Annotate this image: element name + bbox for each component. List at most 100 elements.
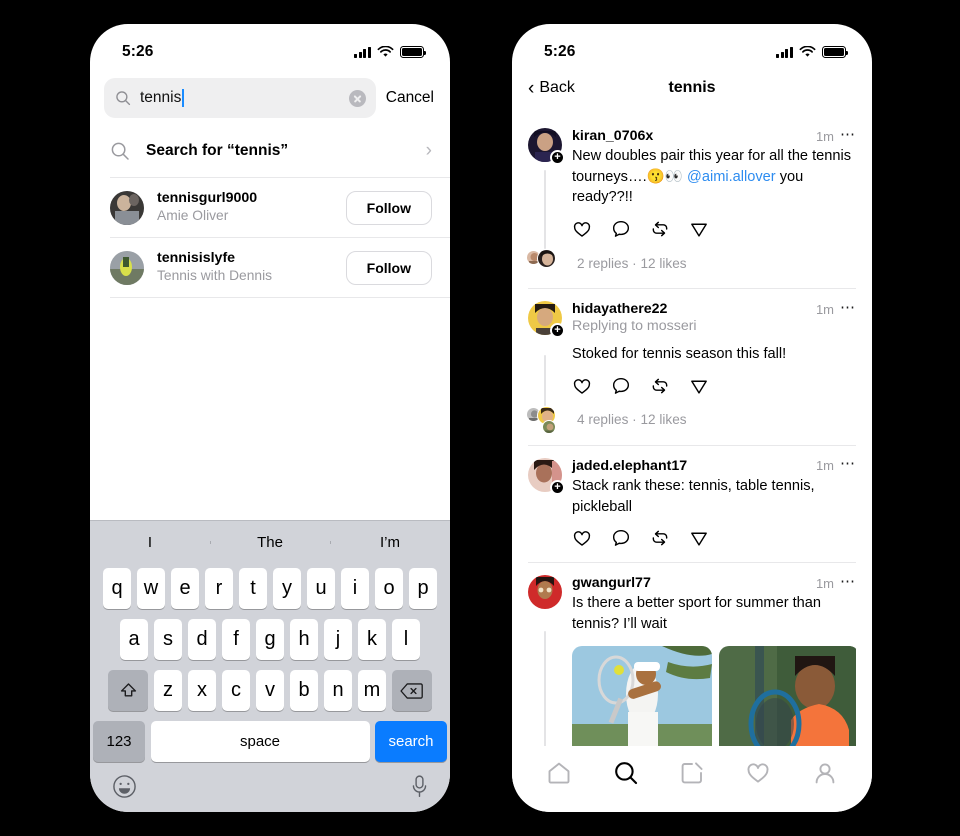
key-q[interactable]: q bbox=[102, 568, 132, 609]
more-horizontal-icon[interactable]: ⋯ bbox=[840, 456, 856, 472]
more-horizontal-icon[interactable]: ⋯ bbox=[840, 574, 856, 590]
shift-up-arrow-icon[interactable] bbox=[108, 670, 149, 711]
key-m[interactable]: m bbox=[357, 670, 387, 711]
key-w[interactable]: w bbox=[136, 568, 166, 609]
like-heart-icon[interactable] bbox=[572, 376, 592, 396]
key-y[interactable]: y bbox=[272, 568, 302, 609]
thread-feed[interactable]: + kiran_0706x 1m ⋯ New doubles pair this… bbox=[512, 116, 872, 746]
follow-plus-icon[interactable]: + bbox=[550, 323, 565, 339]
more-horizontal-icon[interactable]: ⋯ bbox=[840, 300, 856, 316]
key-n[interactable]: n bbox=[323, 670, 353, 711]
avatar[interactable]: + bbox=[528, 128, 565, 165]
comment-bubble-icon[interactable] bbox=[611, 376, 631, 396]
post-username[interactable]: gwangurl77 bbox=[572, 575, 810, 591]
key-x[interactable]: x bbox=[187, 670, 217, 711]
back-label: Back bbox=[539, 79, 575, 96]
microphone-icon[interactable] bbox=[411, 774, 428, 799]
like-heart-icon[interactable] bbox=[572, 219, 592, 239]
search-for-row[interactable]: Search for “tennis” › bbox=[90, 124, 450, 177]
key-t[interactable]: t bbox=[238, 568, 268, 609]
key-v[interactable]: v bbox=[255, 670, 285, 711]
search-icon[interactable] bbox=[613, 760, 639, 786]
avatar[interactable]: + bbox=[528, 301, 565, 339]
key-f[interactable]: f bbox=[221, 619, 251, 660]
key-l[interactable]: l bbox=[391, 619, 421, 660]
post-item[interactable]: + kiran_0706x 1m ⋯ New doubles pair this… bbox=[512, 116, 872, 290]
emoji-smiley-icon[interactable] bbox=[112, 774, 137, 799]
key-h[interactable]: h bbox=[289, 619, 319, 660]
prediction-item[interactable]: The bbox=[210, 534, 330, 551]
follow-plus-icon[interactable]: + bbox=[550, 150, 565, 165]
post-header: gwangurl77 1m ⋯ Is there a better sport … bbox=[528, 574, 856, 746]
key-i[interactable]: i bbox=[340, 568, 370, 609]
comment-bubble-icon[interactable] bbox=[611, 219, 631, 239]
profile-person-icon[interactable] bbox=[812, 760, 838, 786]
post-item[interactable]: gwangurl77 1m ⋯ Is there a better sport … bbox=[512, 563, 872, 746]
share-paperplane-icon[interactable] bbox=[689, 219, 709, 239]
repost-icon[interactable] bbox=[650, 528, 670, 548]
key-r[interactable]: r bbox=[204, 568, 234, 609]
more-horizontal-icon[interactable]: ⋯ bbox=[840, 127, 856, 143]
key-s[interactable]: s bbox=[153, 619, 183, 660]
backspace-delete-icon[interactable] bbox=[391, 670, 432, 711]
user-result-row[interactable]: tennisgurl9000 Amie Oliver Follow bbox=[90, 178, 450, 237]
post-item[interactable]: + hidayathere22 1m ⋯ Replying to mosseri… bbox=[512, 289, 872, 446]
avatar[interactable] bbox=[528, 575, 562, 610]
share-paperplane-icon[interactable] bbox=[689, 528, 709, 548]
prediction-item[interactable]: I bbox=[90, 534, 210, 551]
comment-bubble-icon[interactable] bbox=[611, 528, 631, 548]
key-j[interactable]: j bbox=[323, 619, 353, 660]
post-username[interactable]: jaded.elephant17 bbox=[572, 458, 810, 474]
search-return-key[interactable]: search bbox=[375, 721, 447, 762]
key-a[interactable]: a bbox=[119, 619, 149, 660]
search-bar-row: tennis Cancel bbox=[90, 70, 450, 124]
search-for-label: Search for “tennis” bbox=[146, 141, 289, 159]
post-username[interactable]: kiran_0706x bbox=[572, 128, 810, 144]
search-results-list: Search for “tennis” › tennisgurl9000 Ami… bbox=[90, 124, 450, 298]
numbers-key[interactable]: 123 bbox=[93, 721, 145, 762]
search-input[interactable]: tennis bbox=[104, 78, 376, 118]
share-paperplane-icon[interactable] bbox=[689, 376, 709, 396]
post-actions bbox=[572, 376, 856, 396]
carousel-photo[interactable] bbox=[572, 645, 712, 746]
thread-connector-line bbox=[544, 631, 546, 746]
key-p[interactable]: p bbox=[408, 568, 438, 609]
user-result-row[interactable]: tennisislyfe Tennis with Dennis Follow bbox=[90, 238, 450, 297]
post-mention[interactable]: @aimi.allover bbox=[687, 169, 776, 185]
post-meta[interactable]: 4 replies · 12 likes bbox=[577, 412, 687, 427]
compose-icon[interactable] bbox=[679, 760, 705, 786]
avatar[interactable]: + bbox=[528, 457, 565, 495]
key-u[interactable]: u bbox=[306, 568, 336, 609]
carousel-photo[interactable] bbox=[719, 645, 856, 746]
post-top-row: gwangurl77 1m ⋯ bbox=[572, 574, 856, 592]
follow-button[interactable]: Follow bbox=[345, 190, 432, 225]
post-timestamp: 1m bbox=[815, 301, 834, 317]
prediction-item[interactable]: I’m bbox=[330, 534, 450, 551]
key-b[interactable]: b bbox=[289, 670, 319, 711]
follow-button[interactable]: Follow bbox=[345, 250, 432, 285]
like-heart-icon[interactable] bbox=[572, 528, 592, 548]
post-item[interactable]: + jaded.elephant17 1m ⋯ Stack rank these… bbox=[512, 446, 872, 564]
post-top-row: hidayathere22 1m ⋯ bbox=[572, 300, 856, 318]
back-button[interactable]: ‹ Back bbox=[528, 79, 575, 98]
post-meta[interactable]: 2 replies · 12 likes bbox=[577, 256, 687, 271]
space-key[interactable]: space bbox=[150, 721, 370, 762]
repost-icon[interactable] bbox=[650, 376, 670, 396]
key-o[interactable]: o bbox=[374, 568, 404, 609]
key-z[interactable]: z bbox=[153, 670, 183, 711]
key-d[interactable]: d bbox=[187, 619, 217, 660]
activity-heart-icon[interactable] bbox=[745, 760, 771, 786]
search-input-value-wrap: tennis bbox=[140, 89, 340, 107]
post-username[interactable]: hidayathere22 bbox=[572, 301, 810, 317]
key-g[interactable]: g bbox=[255, 619, 285, 660]
photo-carousel[interactable] bbox=[572, 645, 856, 746]
key-k[interactable]: k bbox=[357, 619, 387, 660]
key-c[interactable]: c bbox=[221, 670, 251, 711]
repost-icon[interactable] bbox=[650, 219, 670, 239]
home-icon[interactable] bbox=[546, 760, 572, 786]
cancel-button[interactable]: Cancel bbox=[386, 89, 436, 107]
post-body: jaded.elephant17 1m ⋯ Stack rank these: … bbox=[572, 456, 856, 548]
key-e[interactable]: e bbox=[170, 568, 200, 609]
clear-circle-icon[interactable] bbox=[348, 89, 366, 107]
follow-plus-icon[interactable]: + bbox=[550, 479, 565, 495]
